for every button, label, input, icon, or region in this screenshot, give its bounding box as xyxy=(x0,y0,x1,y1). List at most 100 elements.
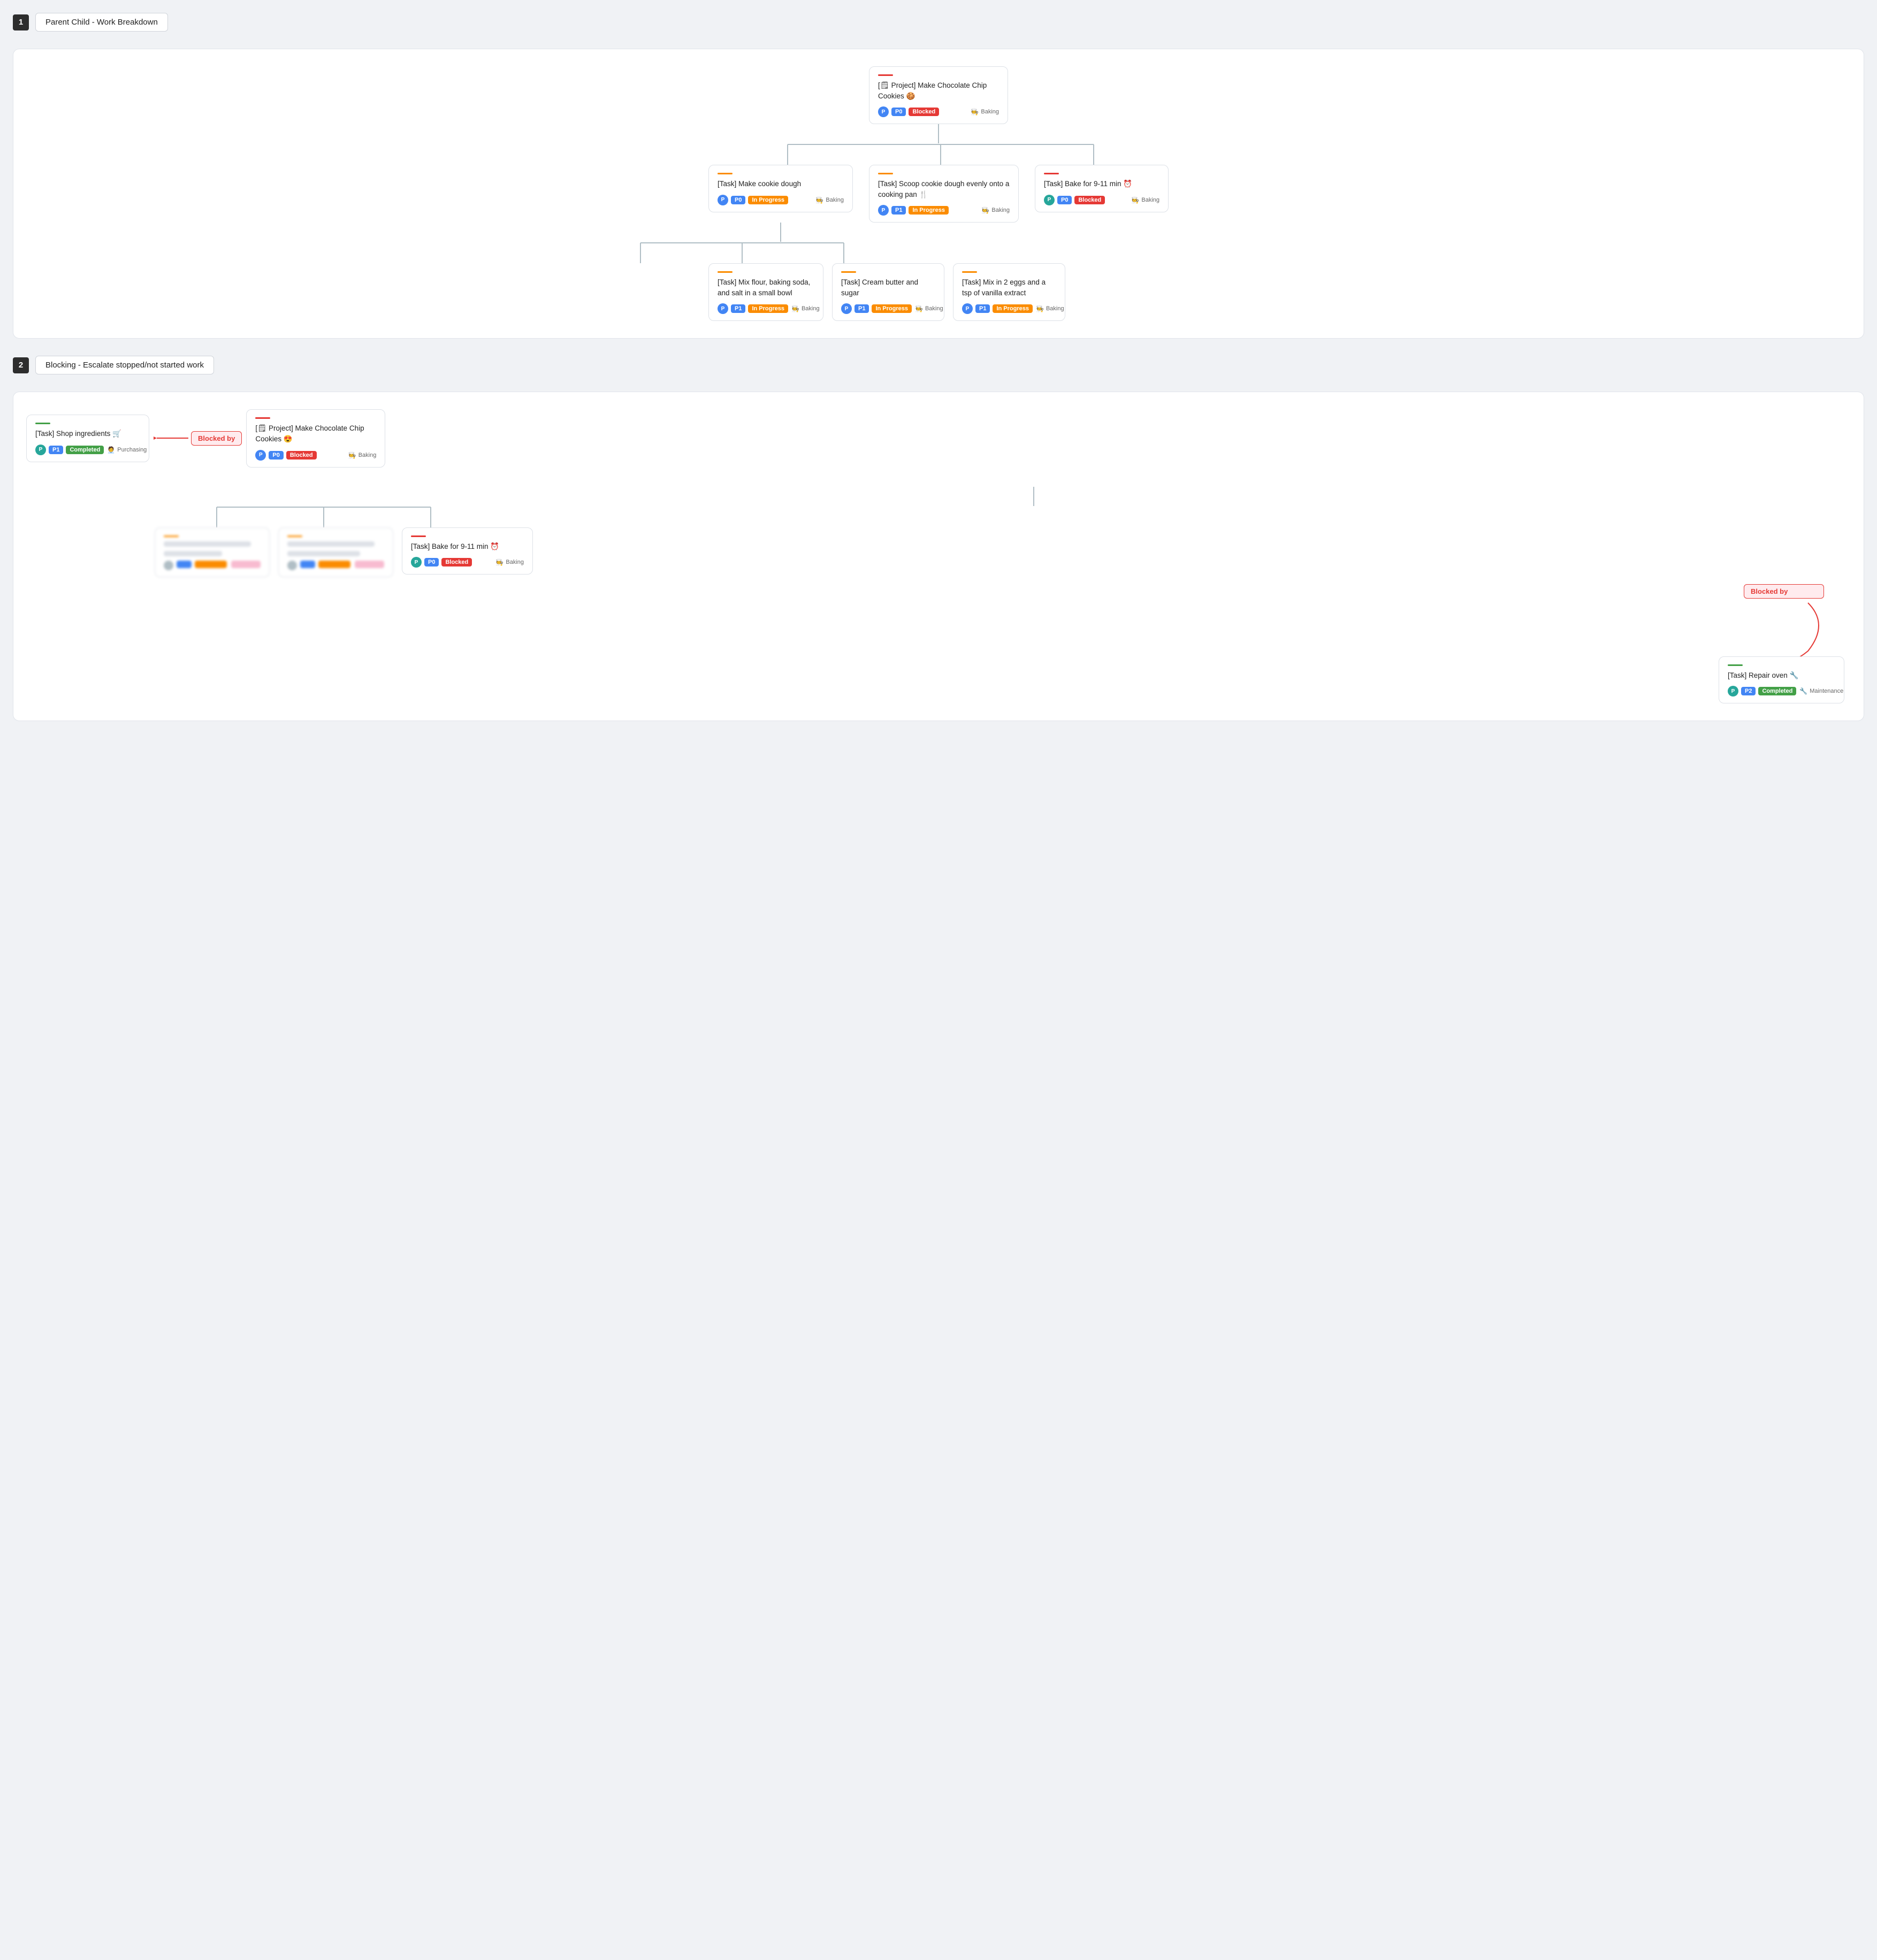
card-accent xyxy=(1728,664,1743,666)
project-card-s2[interactable]: [🗒 Project] Make Chocolate Chip Cookies … xyxy=(246,409,385,467)
l2-card0-avatar: P xyxy=(718,303,728,314)
section-2-number: 2 xyxy=(13,357,29,373)
branch-area-s2 xyxy=(26,506,1851,527)
mix-flour-card[interactable]: [Task] Mix flour, baking soda, and salt … xyxy=(708,263,823,321)
card-accent xyxy=(35,423,50,424)
bake-card-s1[interactable]: [Task] Bake for 9-11 min ⏰ P P0 Blocked … xyxy=(1035,165,1169,212)
blurred-badge xyxy=(177,561,192,568)
shop-card-left: P P1 Completed xyxy=(35,445,104,455)
make-cookie-dough-card[interactable]: [Task] Make cookie dough P P0 In Progres… xyxy=(708,165,853,212)
blocking-row: [Task] Shop ingredients 🛒 P P1 Completed… xyxy=(26,409,1851,467)
l1-card2-title: [Task] Bake for 9-11 min ⏰ xyxy=(1044,179,1159,189)
shop-card-footer: P P1 Completed 🧑‍💼 Purchasing xyxy=(35,445,140,455)
l2-card0-team: 🧑‍🍳 Baking xyxy=(791,305,820,312)
l1-card0-avatar: P xyxy=(718,195,728,205)
l2-card1-p-badge: P1 xyxy=(854,304,869,313)
blurred-line xyxy=(287,541,375,547)
blurred-line xyxy=(287,551,360,556)
card-accent xyxy=(962,271,977,273)
section-1-number: 1 xyxy=(13,14,29,30)
section-1-title: Parent Child - Work Breakdown xyxy=(35,13,168,32)
bake-s2-title: [Task] Bake for 9-11 min ⏰ xyxy=(411,541,524,552)
repair-p-badge: P2 xyxy=(1741,687,1756,695)
arrow-svg xyxy=(154,432,191,445)
repair-status: Completed xyxy=(1758,687,1796,695)
l1-card0-title: [Task] Make cookie dough xyxy=(718,179,844,189)
root-avatar: P xyxy=(878,106,889,117)
card-accent xyxy=(718,173,733,174)
root-card[interactable]: [🗒 Project] Make Chocolate Chip Cookies … xyxy=(869,66,1008,124)
project-s2-avatar: P xyxy=(255,450,266,461)
root-card-footer: P P0 Blocked 🧑‍🍳 Baking xyxy=(878,106,999,117)
level-2: [Task] Mix flour, baking soda, and salt … xyxy=(708,263,1169,321)
level1-card-1: [Task] Scoop cookie dough evenly onto a … xyxy=(869,165,1019,223)
branch-svg-s2 xyxy=(166,506,482,527)
l2-card1-status: In Progress xyxy=(872,304,912,313)
l2-card2-left: P P1 In Progress xyxy=(962,303,1033,314)
level-0: [🗒 Project] Make Chocolate Chip Cookies … xyxy=(869,66,1008,124)
card-accent xyxy=(878,173,893,174)
s2-level1: [Task] Bake for 9-11 min ⏰ P P0 Blocked … xyxy=(26,527,1851,577)
l1-card1-title: [Task] Scoop cookie dough evenly onto a … xyxy=(878,179,1010,200)
l2-card1-title: [Task] Cream butter and sugar xyxy=(841,277,935,298)
blocked-by-arrow: Blocked by xyxy=(154,431,242,446)
shop-status: Completed xyxy=(66,446,104,454)
l1-card0-p-badge: P0 xyxy=(731,196,745,204)
l1-card0-team: 🧑‍🍳 Baking xyxy=(815,196,844,204)
bake-card-s2[interactable]: [Task] Bake for 9-11 min ⏰ P P0 Blocked … xyxy=(402,527,533,575)
blurred-line xyxy=(164,551,222,556)
repair-footer: P P2 Completed 🔧 Maintenance xyxy=(1728,686,1835,696)
project-s2-p-badge: P0 xyxy=(269,451,283,460)
blurred-circle xyxy=(164,561,173,570)
scoop-card[interactable]: [Task] Scoop cookie dough evenly onto a … xyxy=(869,165,1019,223)
shop-card-title: [Task] Shop ingredients 🛒 xyxy=(35,428,140,439)
bake-s2-avatar: P xyxy=(411,557,422,568)
l2-card2-avatar: P xyxy=(962,303,973,314)
blurred-card-2 xyxy=(278,527,393,577)
l2-card2-team: 🧑‍🍳 Baking xyxy=(1036,305,1064,312)
shop-card[interactable]: [Task] Shop ingredients 🛒 P P1 Completed… xyxy=(26,415,149,462)
project-s2-team: 🧑‍🍳 Baking xyxy=(348,451,377,459)
shop-p-badge: P1 xyxy=(49,446,63,454)
l1-card1-team: 🧑‍🍳 Baking xyxy=(981,206,1010,214)
branch-svg-1 xyxy=(708,143,1169,165)
repair-oven-card[interactable]: [Task] Repair oven 🔧 P P2 Completed 🔧 Ma… xyxy=(1719,656,1844,704)
blurred-circle xyxy=(287,561,297,570)
l1-card0-status: In Progress xyxy=(748,196,788,204)
section-2-tree: [Task] Shop ingredients 🛒 P P1 Completed… xyxy=(13,392,1864,721)
l1-card0-left: P P0 In Progress xyxy=(718,195,788,205)
shop-avatar: P xyxy=(35,445,46,455)
blurred-badge xyxy=(300,561,315,568)
blocked-by-bottom: Blocked by [Task] Repair oven 🔧 xyxy=(26,581,1851,704)
blurred-accent-1 xyxy=(164,535,179,537)
project-card-s2-title: [🗒 Project] Make Chocolate Chip Cookies … xyxy=(255,423,376,444)
l2-card0-left: P P1 In Progress xyxy=(718,303,788,314)
blurred-line xyxy=(164,541,251,547)
l1-card2-status: Blocked xyxy=(1074,196,1105,204)
l1-card1-left: P P1 In Progress xyxy=(878,205,949,216)
section-1-header: 1 Parent Child - Work Breakdown xyxy=(13,13,1864,32)
l1-card0-footer: P P0 In Progress 🧑‍🍳 Baking xyxy=(718,195,844,205)
bake-s2-team: 🧑‍🍳 Baking xyxy=(495,558,524,566)
l1-card1-avatar: P xyxy=(878,205,889,216)
curved-arrow-area: Blocked by [Task] Repair oven 🔧 xyxy=(1626,581,1851,704)
level1-card-2: [Task] Bake for 9-11 min ⏰ P P0 Blocked … xyxy=(1035,165,1169,223)
blurred-badge xyxy=(195,561,227,568)
root-status-badge: Blocked xyxy=(909,108,939,116)
v-connector-0 xyxy=(938,124,939,143)
bake-s2-footer: P P0 Blocked 🧑‍🍳 Baking xyxy=(411,557,524,568)
blurred-accent-2 xyxy=(287,535,302,537)
root-card-title: [🗒 Project] Make Chocolate Chip Cookies … xyxy=(878,80,999,101)
section-1: 1 Parent Child - Work Breakdown [🗒 Proje… xyxy=(13,13,1864,339)
blocked-by-label: Blocked by xyxy=(191,431,242,446)
card-accent xyxy=(841,271,856,273)
blurred-badge-right xyxy=(355,561,384,568)
root-card-left: P P0 Blocked xyxy=(878,106,939,117)
mix-eggs-card[interactable]: [Task] Mix in 2 eggs and a tsp of vanill… xyxy=(953,263,1065,321)
l1-card2-team: 🧑‍🍳 Baking xyxy=(1131,196,1159,204)
root-p-badge: P0 xyxy=(891,108,906,116)
repair-avatar: P xyxy=(1728,686,1738,696)
cream-butter-card[interactable]: [Task] Cream butter and sugar P P1 In Pr… xyxy=(832,263,944,321)
repair-left: P P2 Completed xyxy=(1728,686,1796,696)
l1-card1-footer: P P1 In Progress 🧑‍🍳 Baking xyxy=(878,205,1010,216)
